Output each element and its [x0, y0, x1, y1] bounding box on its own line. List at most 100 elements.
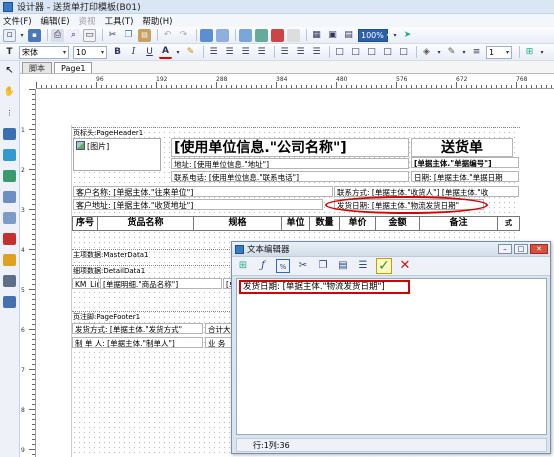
group-icon[interactable] [239, 28, 252, 42]
barcode-object-icon[interactable] [3, 275, 16, 287]
font-color-button[interactable]: A [159, 46, 172, 59]
cut-icon[interactable]: ✂ [106, 29, 119, 42]
dropdown-arrow-icon[interactable]: ▾ [461, 46, 467, 59]
ship-method-field[interactable]: 发货方式: [单据主体."发货方式" [72, 323, 203, 334]
menu-file[interactable]: 文件(F) [3, 15, 32, 27]
grid-icon[interactable]: ▦ [310, 29, 323, 42]
dropdown-arrow-icon[interactable]: ▾ [175, 46, 181, 59]
pointer-icon[interactable]: ↖ [3, 65, 16, 77]
line-style-icon[interactable]: ≡ [470, 46, 483, 59]
dropdown-arrow-icon[interactable]: ▾ [392, 29, 398, 42]
frame-top-icon[interactable]: □ [365, 46, 378, 59]
zoom-select[interactable]: 100% ▾ [358, 28, 390, 42]
valign-bottom-icon[interactable]: ☰ [310, 46, 323, 59]
menu-help[interactable]: 帮助(H) [142, 15, 172, 27]
undo-icon[interactable]: ↶ [161, 29, 174, 42]
copy-icon[interactable]: ❐ [122, 29, 135, 42]
doc-number-field[interactable]: [单据主体."单据编号"] [411, 157, 519, 168]
tab-script[interactable]: 脚本 [22, 62, 52, 73]
frame-left-icon[interactable]: □ [349, 46, 362, 59]
format-icon[interactable]: % [276, 259, 290, 273]
cancel-button[interactable]: ✕ [398, 259, 412, 273]
valign-top-icon[interactable]: ☰ [278, 46, 291, 59]
subreport-object-icon[interactable] [3, 191, 16, 203]
editor-content[interactable]: 发货日期: [单据主体."物流发货日期"] [239, 280, 410, 294]
preview-icon[interactable]: ⌕ [67, 28, 80, 42]
font-name-select[interactable]: 宋体 ▾ [19, 45, 69, 59]
align-center-icon[interactable]: ☰ [223, 46, 236, 59]
snap-icon[interactable]: ▣ [326, 29, 339, 42]
align-left-icon[interactable]: ☰ [207, 46, 220, 59]
run-icon[interactable]: ➤ [401, 29, 414, 42]
bring-front-icon[interactable] [200, 28, 213, 42]
insert-field-icon[interactable]: ⊞ [523, 46, 536, 59]
fill-color-icon[interactable]: ◈ [420, 46, 433, 59]
title-field[interactable]: 送货单 [411, 138, 513, 157]
new-icon[interactable]: ▫ [3, 28, 16, 42]
dropdown-arrow-icon[interactable]: ▾ [436, 46, 442, 59]
fit-icon[interactable]: ▤ [342, 29, 355, 42]
detail-name-field[interactable]: [单据明细."商品名称"] [100, 278, 222, 289]
close-icon[interactable]: ✕ [530, 244, 548, 254]
menu-tools[interactable]: 工具(T) [105, 15, 134, 27]
minimize-icon[interactable]: – [498, 244, 512, 254]
valign-middle-icon[interactable]: ☰ [294, 46, 307, 59]
editor-text-area[interactable]: 发货日期: [单据主体."物流发货日期"] [236, 278, 547, 435]
cut-icon[interactable]: ✂ [296, 259, 310, 273]
frame-none-icon[interactable]: □ [333, 46, 346, 59]
font-size-select[interactable]: 10 ▾ [73, 45, 107, 59]
copy-icon[interactable]: ❐ [316, 259, 330, 273]
text-object-icon[interactable] [3, 128, 16, 140]
band-object-icon[interactable] [3, 149, 16, 161]
insert-band-icon[interactable] [271, 28, 284, 42]
italic-button[interactable]: I [127, 46, 140, 59]
company-name-field[interactable]: [使用单位信息."公司名称"] [171, 138, 409, 157]
image-placeholder[interactable]: [图片] [73, 138, 161, 171]
picture-object-icon[interactable] [3, 170, 16, 182]
delete-icon[interactable] [287, 28, 300, 42]
save-icon[interactable]: ▪ [28, 28, 41, 42]
insert-field-icon[interactable]: ⊞ [236, 259, 250, 273]
page-header-band-label[interactable]: 页标头:PageHeader1 [72, 127, 520, 137]
paste-icon[interactable]: ▤ [336, 259, 350, 273]
line-color-icon[interactable]: ✎ [445, 46, 458, 59]
send-back-icon[interactable] [216, 28, 229, 42]
checkbox-object-icon[interactable] [3, 296, 16, 308]
chart-object-icon[interactable] [3, 254, 16, 266]
page-setup-icon[interactable]: ▭ [83, 28, 96, 42]
line-width-select[interactable]: 1 ▾ [486, 45, 512, 59]
more-tools-icon[interactable]: ⋮ [3, 107, 16, 119]
align-icon[interactable]: ☰ [356, 259, 370, 273]
address-field[interactable]: 地址: [使用单位信息."地址"] [171, 158, 409, 169]
align-right-icon[interactable]: ☰ [239, 46, 252, 59]
tab-page1[interactable]: Page1 [54, 62, 93, 73]
customer-address-field[interactable]: 客户地址: [单据主体."收货地址"] [73, 199, 323, 210]
dropdown-arrow-icon[interactable]: ▾ [19, 29, 25, 42]
detail-line-field[interactable]: KM_Lin [72, 278, 99, 289]
function-icon[interactable]: ƒ [256, 259, 270, 273]
align-justify-icon[interactable]: ☰ [255, 46, 268, 59]
paste-icon[interactable]: ▤ [138, 28, 151, 42]
dialog-title-bar[interactable]: 文本编辑器 – □ ✕ [232, 242, 550, 256]
customer-name-field[interactable]: 客户名称: [单据主体."往来单位"] [73, 186, 333, 197]
redo-icon[interactable]: ↷ [177, 29, 190, 42]
frame-all-icon[interactable]: □ [397, 46, 410, 59]
hand-icon[interactable]: ✋ [3, 86, 16, 98]
maximize-icon[interactable]: □ [514, 244, 528, 254]
print-icon[interactable]: ⎙ [51, 28, 64, 42]
frame-bottom-icon[interactable]: □ [381, 46, 394, 59]
ungroup-icon[interactable] [255, 28, 268, 42]
phone-field[interactable]: 联系电话: [使用单位信息."联系电话"] [171, 171, 409, 182]
shape-object-icon[interactable] [3, 233, 16, 245]
ruler-tick [231, 85, 232, 88]
bold-button[interactable]: B [111, 46, 124, 59]
maker-field[interactable]: 制 单 人: [单据主体."制单人"] [72, 337, 203, 348]
dropdown-arrow-icon[interactable]: ▾ [539, 46, 545, 59]
menu-edit[interactable]: 编辑(E) [41, 15, 70, 27]
table-header-row[interactable]: 序号 货品名称 规格 单位 数量 单价 金额 备注 式 [72, 216, 520, 231]
line-object-icon[interactable] [3, 212, 16, 224]
doc-date-field[interactable]: 日期: [单据主体."单据日期 [411, 171, 519, 182]
ok-button[interactable]: ✓ [376, 258, 392, 274]
highlight-icon[interactable]: ✎ [184, 46, 197, 59]
underline-button[interactable]: U [143, 46, 156, 59]
